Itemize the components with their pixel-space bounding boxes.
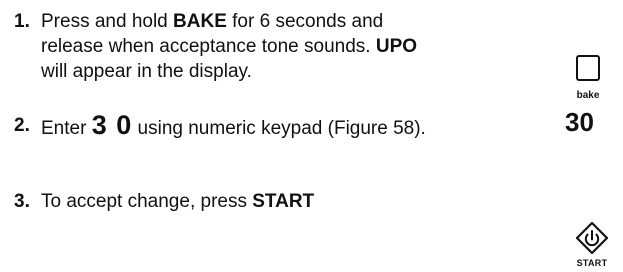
text-run: will appear in the display.	[41, 61, 252, 82]
bake-key-label: bake	[576, 90, 600, 101]
display-value: 30	[565, 107, 594, 137]
start-keyword: START	[252, 191, 315, 212]
upo-keyword: UPO	[375, 36, 418, 57]
step-text: Press and hold BAKE for 6 seconds and re…	[41, 9, 441, 84]
text-run: To accept change, press	[41, 191, 253, 212]
bake-key-icon	[576, 55, 600, 81]
start-key-label: START	[576, 258, 608, 268]
step-3: 3. To accept change, press START	[14, 189, 444, 219]
bake-key: bake	[571, 55, 605, 101]
start-key-icon	[575, 221, 609, 255]
step-2: 2. Enter 3 0 using numeric keypad (Figur…	[14, 110, 444, 169]
text-run: Press and hold	[41, 11, 174, 32]
step-text: To accept change, press START	[41, 189, 441, 214]
bake-keyword: BAKE	[173, 11, 227, 32]
text-run: using numeric keypad (Figure 58).	[132, 118, 426, 139]
step-text: Enter 3 0 using numeric keypad (Figure 5…	[41, 110, 441, 141]
step-number: 2.	[14, 115, 30, 136]
step-number: 1.	[14, 11, 30, 32]
step-1: 1. Press and hold BAKE for 6 seconds and…	[14, 9, 444, 89]
text-run: Enter	[41, 118, 92, 139]
step-number: 3.	[14, 191, 30, 212]
start-key: START	[572, 221, 612, 268]
entry-digits: 3 0	[91, 110, 133, 140]
